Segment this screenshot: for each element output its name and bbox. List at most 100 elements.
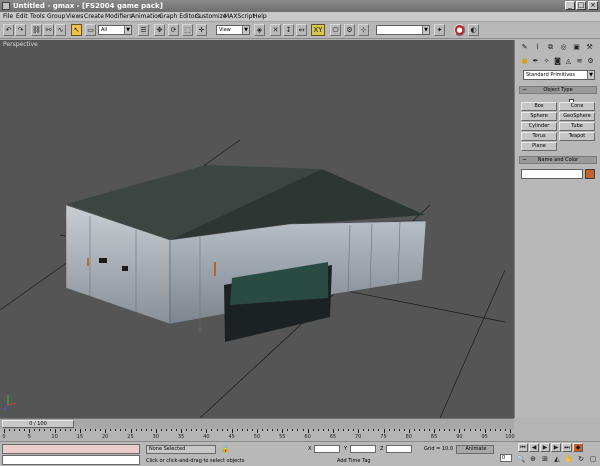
go-to-start-icon[interactable]: ⏮ bbox=[518, 443, 528, 452]
cameras-icon[interactable]: ◙ bbox=[552, 56, 563, 67]
viewport-label[interactable]: Perspective bbox=[3, 41, 38, 48]
menu-tools[interactable]: Tools bbox=[30, 13, 45, 21]
track-bar-tick bbox=[348, 429, 350, 431]
add-time-tag-button[interactable]: Add Time Tag bbox=[337, 457, 371, 465]
menu-animation[interactable]: Animation bbox=[131, 13, 162, 21]
menu-create[interactable]: Create bbox=[84, 13, 104, 21]
select-move-icon[interactable]: ✥ bbox=[154, 24, 165, 36]
mirror-icon[interactable]: ⎔ bbox=[330, 24, 341, 36]
minimize-button[interactable]: _ bbox=[565, 1, 575, 10]
pivot-center-icon[interactable]: ◈ bbox=[254, 24, 265, 36]
object-color-swatch[interactable] bbox=[585, 169, 595, 179]
arc-rotate-icon[interactable]: ↻ bbox=[576, 454, 586, 464]
go-to-end-icon[interactable]: ⏭ bbox=[562, 443, 572, 452]
x-coordinate-input[interactable] bbox=[314, 445, 340, 453]
select-scale-icon[interactable]: ⬚ bbox=[182, 24, 193, 36]
select-region-icon[interactable]: ▭ bbox=[85, 24, 96, 36]
sphere-button[interactable]: Sphere bbox=[521, 112, 557, 121]
cylinder-button[interactable]: Cylinder bbox=[521, 122, 557, 131]
chevron-down-icon: ▼ bbox=[124, 26, 131, 34]
select-by-name-icon[interactable]: ☰ bbox=[138, 24, 149, 36]
time-slider-thumb[interactable]: 0 / 100 bbox=[2, 420, 74, 428]
utilities-tab-icon[interactable]: ⚒ bbox=[584, 42, 595, 53]
pan-icon[interactable]: ✋ bbox=[564, 454, 574, 464]
reference-coordinate-select[interactable]: View ▼ bbox=[216, 25, 250, 35]
select-object-icon[interactable]: ↖ bbox=[71, 24, 82, 36]
bind-space-warp-icon[interactable]: ∿ bbox=[55, 24, 66, 36]
app-icon[interactable] bbox=[2, 2, 10, 10]
cone-button[interactable]: Cone bbox=[559, 102, 595, 111]
restrict-x-icon[interactable]: ✕ bbox=[270, 24, 281, 36]
chevron-down-icon: ▼ bbox=[587, 71, 594, 79]
align-icon[interactable]: ⚙ bbox=[344, 24, 355, 36]
next-frame-icon[interactable]: ▶ bbox=[551, 443, 561, 452]
hierarchy-tab-icon[interactable]: ⧉ bbox=[545, 42, 556, 53]
maximize-button[interactable]: □ bbox=[576, 1, 586, 10]
snap-icon[interactable]: ⊹ bbox=[358, 24, 369, 36]
name-and-color-rollout[interactable]: − Name and Color bbox=[519, 156, 597, 164]
zoom-extents-icon[interactable]: ⊞ bbox=[540, 454, 550, 464]
material-editor-icon[interactable]: ✦ bbox=[434, 24, 445, 36]
plane-button[interactable]: Plane bbox=[521, 142, 557, 151]
field-of-view-icon[interactable]: ◭ bbox=[552, 454, 562, 464]
zoom-icon[interactable]: 🔍 bbox=[516, 454, 526, 464]
restrict-z-icon[interactable]: ↤ bbox=[296, 24, 307, 36]
track-bar-tick bbox=[469, 429, 471, 431]
select-manipulate-icon[interactable]: ✛ bbox=[196, 24, 207, 36]
lights-icon[interactable]: ✧ bbox=[541, 56, 552, 67]
time-slider[interactable]: 0 / 100 bbox=[0, 418, 514, 429]
menu-maxscript[interactable]: MAXScript bbox=[224, 13, 255, 21]
object-name-input[interactable] bbox=[521, 169, 583, 179]
box-button[interactable]: Box bbox=[521, 102, 557, 111]
create-tab-icon[interactable]: ✎ bbox=[519, 42, 530, 53]
display-tab-icon[interactable]: ▣ bbox=[571, 42, 582, 53]
named-selection-select[interactable]: ▼ bbox=[376, 25, 430, 35]
current-frame-input[interactable]: 0 bbox=[500, 454, 512, 462]
menu-customize[interactable]: Customize bbox=[195, 13, 227, 21]
torus-button[interactable]: Torus bbox=[521, 132, 557, 141]
render-icon[interactable]: ● bbox=[454, 24, 465, 36]
geometry-icon[interactable]: ● bbox=[519, 56, 530, 67]
object-category-select[interactable]: Standard Primitives ▼ bbox=[523, 70, 595, 80]
helpers-icon[interactable]: ◬ bbox=[563, 56, 574, 67]
track-bar-label: 35 bbox=[177, 434, 185, 440]
teapot-button[interactable]: Teapot bbox=[559, 132, 595, 141]
previous-frame-icon[interactable]: ◀ bbox=[529, 443, 539, 452]
key-mode-icon[interactable]: ◆ bbox=[573, 443, 583, 452]
animate-button[interactable]: Animate bbox=[456, 445, 494, 454]
menu-modifiers[interactable]: Modifiers bbox=[105, 13, 132, 21]
modify-tab-icon[interactable]: ⌇ bbox=[532, 42, 543, 53]
link-icon[interactable]: ⛓ bbox=[31, 24, 42, 36]
track-bar[interactable]: 0 5 10 15 20 25 30 35 40 45 50 55 60 65 70 75 80 85 90 95 10… bbox=[0, 429, 515, 441]
motion-tab-icon[interactable]: ◎ bbox=[558, 42, 569, 53]
play-icon[interactable]: ▶ bbox=[540, 443, 550, 452]
menu-edit[interactable]: Edit bbox=[16, 13, 28, 21]
select-rotate-icon[interactable]: ⟳ bbox=[168, 24, 179, 36]
shapes-icon[interactable]: ✒ bbox=[530, 56, 541, 67]
lock-selection-icon[interactable]: 🔒 bbox=[221, 445, 230, 453]
redo-icon[interactable]: ↷ bbox=[15, 24, 26, 36]
object-type-rollout[interactable]: − Object Type bbox=[519, 86, 597, 94]
maximize-viewport-icon[interactable]: ▢ bbox=[588, 454, 598, 464]
systems-icon[interactable]: ⚙ bbox=[585, 56, 596, 67]
perspective-viewport[interactable]: Perspective bbox=[0, 40, 514, 418]
menu-views[interactable]: Views bbox=[66, 13, 83, 21]
space-warps-icon[interactable]: ≋ bbox=[574, 56, 585, 67]
restrict-y-icon[interactable]: ↧ bbox=[283, 24, 294, 36]
quick-render-icon[interactable]: ◐ bbox=[468, 24, 479, 36]
unlink-icon[interactable]: ⚯ bbox=[43, 24, 54, 36]
maxscript-listener-input[interactable] bbox=[2, 444, 140, 454]
tube-button[interactable]: Tube bbox=[559, 122, 595, 131]
menu-group[interactable]: Group bbox=[47, 13, 65, 21]
track-bar-tick bbox=[216, 429, 218, 431]
selection-filter-select[interactable]: All ▼ bbox=[98, 25, 132, 35]
menu-file[interactable]: File bbox=[3, 13, 13, 21]
restrict-xy-icon[interactable]: XY bbox=[311, 24, 325, 36]
undo-icon[interactable]: ↶ bbox=[3, 24, 14, 36]
close-button[interactable]: × bbox=[588, 1, 598, 10]
menu-help[interactable]: Help bbox=[253, 13, 267, 21]
z-coordinate-input[interactable] bbox=[386, 445, 412, 453]
y-coordinate-input[interactable] bbox=[350, 445, 376, 453]
geosphere-button[interactable]: GeoSphere bbox=[559, 112, 595, 121]
zoom-all-icon[interactable]: ⊕ bbox=[528, 454, 538, 464]
